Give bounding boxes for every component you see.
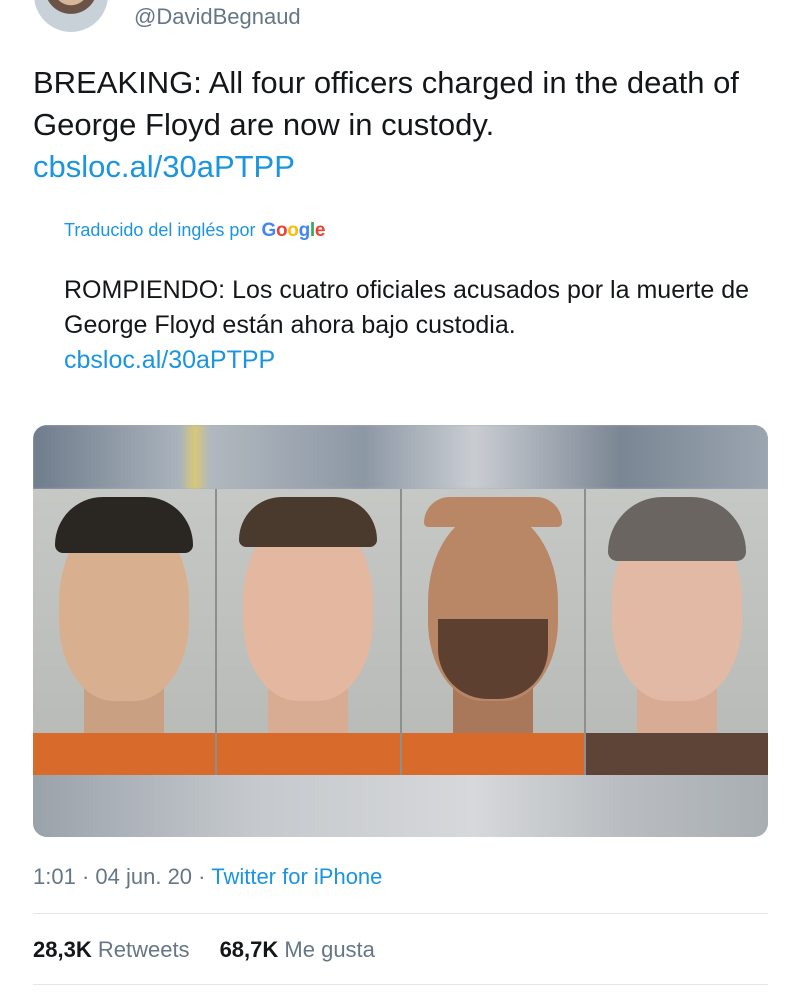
translated-text: ROMPIENDO: Los cuatro oficiales acusados… <box>64 273 764 378</box>
tweet-stats: 28,3K Retweets 68,7K Me gusta <box>33 937 375 963</box>
tweet-source[interactable]: Twitter for iPhone <box>211 864 382 889</box>
tweet-date[interactable]: 04 jun. 20 <box>95 864 192 889</box>
retweets-count: 28,3K <box>33 937 92 962</box>
google-logo-icon: Google <box>261 220 326 241</box>
tweet-meta: 1:01 · 04 jun. 20 · Twitter for iPhone <box>33 864 382 890</box>
tweet-time[interactable]: 1:01 <box>33 864 76 889</box>
translation-attribution: Traducido del inglés por Google <box>64 220 325 242</box>
likes-count: 68,7K <box>219 937 279 962</box>
tweet-link[interactable]: cbsloc.al/30aPTPP <box>33 146 773 188</box>
mugshot-4 <box>585 489 768 775</box>
avatar[interactable] <box>34 0 108 32</box>
divider <box>33 913 768 914</box>
meta-separator: · <box>198 864 206 889</box>
tweet-text: BREAKING: All four officers charged in t… <box>33 62 773 188</box>
likes-stat[interactable]: 68,7K Me gusta <box>220 937 375 963</box>
mugshot-3 <box>401 489 586 775</box>
mugshot-collage <box>33 489 768 775</box>
mugshot-1 <box>33 489 218 775</box>
likes-label: Me gusta <box>284 937 375 962</box>
translated-link[interactable]: cbsloc.al/30aPTPP <box>64 343 764 378</box>
translated-body: ROMPIENDO: Los cuatro oficiales acusados… <box>64 276 750 339</box>
retweets-label: Retweets <box>97 937 190 962</box>
google-letter-g: G <box>261 220 276 241</box>
image-blur-bottom <box>33 775 768 837</box>
mugshot-2 <box>217 489 402 775</box>
translation-label: Traducido del inglés por <box>64 220 256 240</box>
image-blur-top <box>33 425 768 489</box>
retweets-stat[interactable]: 28,3K Retweets <box>33 937 190 963</box>
meta-separator: · <box>81 864 90 889</box>
tweet-image[interactable] <box>33 425 768 837</box>
author-handle[interactable]: @DavidBegnaud <box>134 4 301 30</box>
tweet-body: BREAKING: All four officers charged in t… <box>33 65 739 142</box>
divider <box>33 984 768 985</box>
